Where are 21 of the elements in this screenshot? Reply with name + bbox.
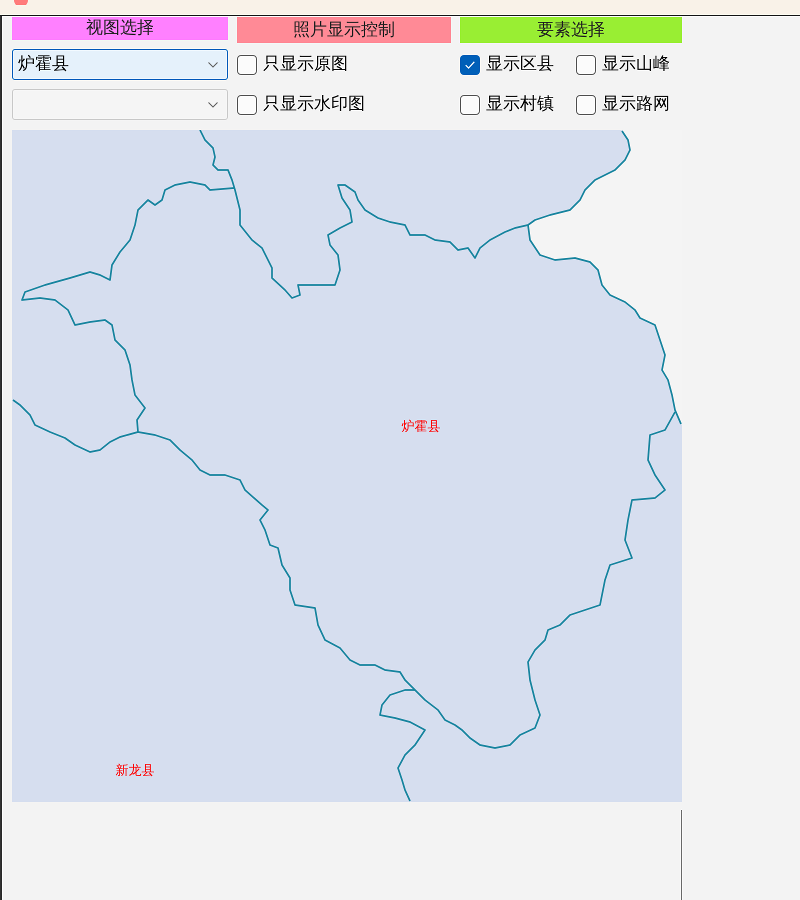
checkbox[interactable] bbox=[576, 94, 596, 114]
checkbox-label: 显示山峰 bbox=[602, 56, 670, 73]
checkbox[interactable] bbox=[237, 94, 257, 114]
chevron-down-icon bbox=[208, 62, 218, 68]
check-icon bbox=[465, 60, 475, 68]
checkbox[interactable] bbox=[460, 94, 480, 114]
checkbox[interactable] bbox=[576, 54, 596, 74]
section-header: 照片显示控制 bbox=[237, 17, 451, 43]
checkbox-label: 只显示水印图 bbox=[263, 96, 365, 113]
section-header: 视图选择 bbox=[12, 17, 228, 40]
checkbox[interactable] bbox=[460, 54, 480, 74]
dropdown[interactable]: 炉霍县 bbox=[12, 49, 228, 80]
checkbox-label: 显示路网 bbox=[602, 96, 670, 113]
checkbox-label: 显示区县 bbox=[486, 56, 554, 73]
county-label: 炉霍县 bbox=[402, 420, 440, 434]
checkbox-label: 只显示原图 bbox=[263, 56, 348, 73]
chevron-down-icon bbox=[208, 102, 218, 108]
checkbox[interactable] bbox=[237, 54, 257, 74]
county-label: 新龙县 bbox=[116, 764, 154, 778]
checkbox-label: 显示村镇 bbox=[486, 96, 554, 113]
section-header: 要素选择 bbox=[460, 17, 682, 43]
